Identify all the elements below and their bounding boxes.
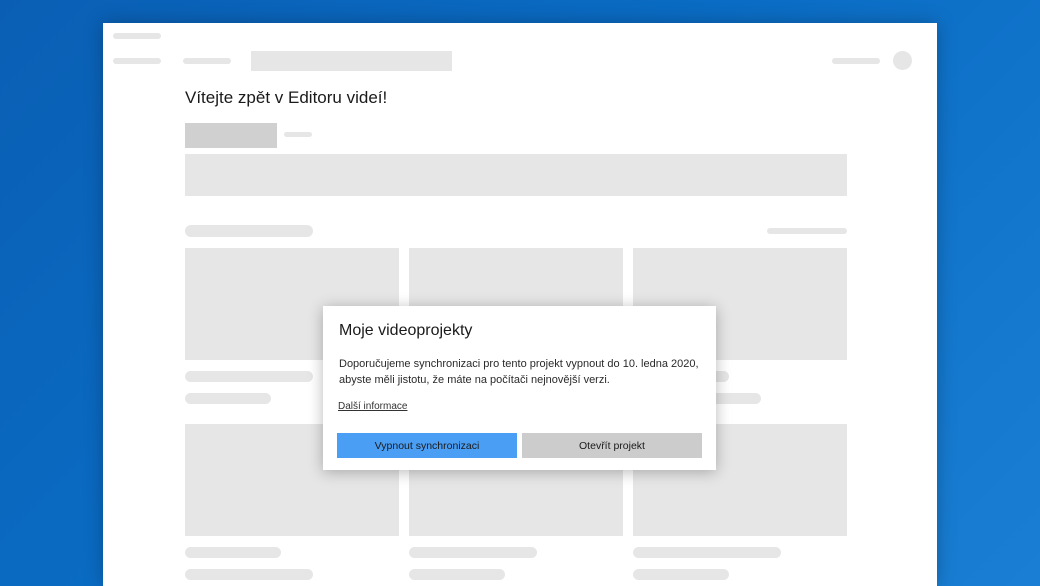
project-card-title-placeholder xyxy=(185,371,313,382)
search-placeholder[interactable] xyxy=(251,51,452,71)
project-card-title-placeholder xyxy=(409,547,537,558)
view-all-placeholder[interactable] xyxy=(767,228,847,234)
open-project-button[interactable]: Otevřít projekt xyxy=(522,433,702,458)
project-card-meta-placeholder xyxy=(633,569,729,580)
tab-placeholder-active[interactable] xyxy=(185,123,277,148)
dialog-message: Doporučujeme synchronizaci pro tento pro… xyxy=(339,358,699,386)
banner-placeholder xyxy=(185,154,847,196)
section-heading-placeholder xyxy=(185,225,313,237)
tab-placeholder[interactable] xyxy=(284,132,312,137)
project-card-title-placeholder xyxy=(185,547,281,558)
sync-dialog: Moje videoprojekty Doporučujeme synchron… xyxy=(323,306,716,470)
titlebar-placeholder xyxy=(113,33,161,39)
account-name-placeholder xyxy=(832,58,880,64)
avatar[interactable] xyxy=(893,51,912,70)
project-card-title-placeholder xyxy=(633,547,781,558)
page-title: Vítejte zpět v Editoru videí! xyxy=(185,88,388,107)
project-card-meta-placeholder xyxy=(409,569,505,580)
project-card-meta-placeholder xyxy=(185,569,313,580)
learn-more-link[interactable]: Další informace xyxy=(338,401,407,412)
nav-placeholder[interactable] xyxy=(113,58,161,64)
dialog-title: Moje videoprojekty xyxy=(339,322,473,339)
turn-off-sync-button[interactable]: Vypnout synchronizaci xyxy=(337,433,517,458)
app-window: Vítejte zpět v Editoru videí! xyxy=(103,23,937,586)
project-card-meta-placeholder xyxy=(185,393,271,404)
nav-placeholder[interactable] xyxy=(183,58,231,64)
